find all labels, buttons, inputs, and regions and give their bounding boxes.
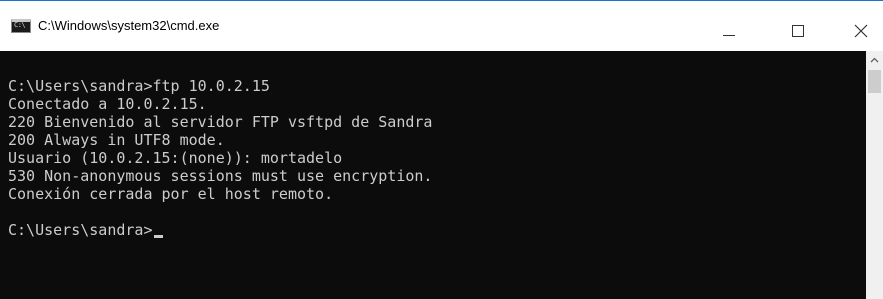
text-cursor [153,235,163,238]
scroll-thumb[interactable] [868,70,881,93]
cmd-app-icon-label: C:\ [14,21,26,29]
cmd-window: C:\ C:\Windows\system32\cmd.exe C:\Users… [0,0,883,299]
maximize-button[interactable] [776,1,820,51]
vertical-scrollbar[interactable] [866,51,883,299]
prompt-text: C:\Users\sandra> [8,221,153,239]
console-line: 200 Always in UTF8 mode. [8,131,225,149]
console-line: 530 Non-anonymous sessions must use encr… [8,167,433,185]
minimize-button[interactable] [707,1,751,51]
close-icon [854,24,868,38]
cmd-app-icon[interactable]: C:\ [11,19,31,33]
minimize-icon [723,35,735,36]
close-button[interactable] [839,1,883,51]
console-line: Conectado a 10.0.2.15. [8,95,207,113]
console-line: C:\Users\sandra>ftp 10.0.2.15 [8,77,270,95]
maximize-icon [792,25,804,37]
title-bar[interactable]: C:\ C:\Windows\system32\cmd.exe [0,1,883,51]
scroll-up-button[interactable] [866,51,883,68]
console-output[interactable]: C:\Users\sandra>ftp 10.0.2.15 Conectado … [0,51,866,299]
console-line: 220 Bienvenido al servidor FTP vsftpd de… [8,113,433,131]
console-line: Usuario (10.0.2.15:(none)): mortadelo [8,149,343,167]
console-line: Conexión cerrada por el host remoto. [8,185,334,203]
prompt-line[interactable]: C:\Users\sandra> [8,221,866,239]
chevron-up-icon [870,57,879,63]
window-title: C:\Windows\system32\cmd.exe [38,18,220,33]
